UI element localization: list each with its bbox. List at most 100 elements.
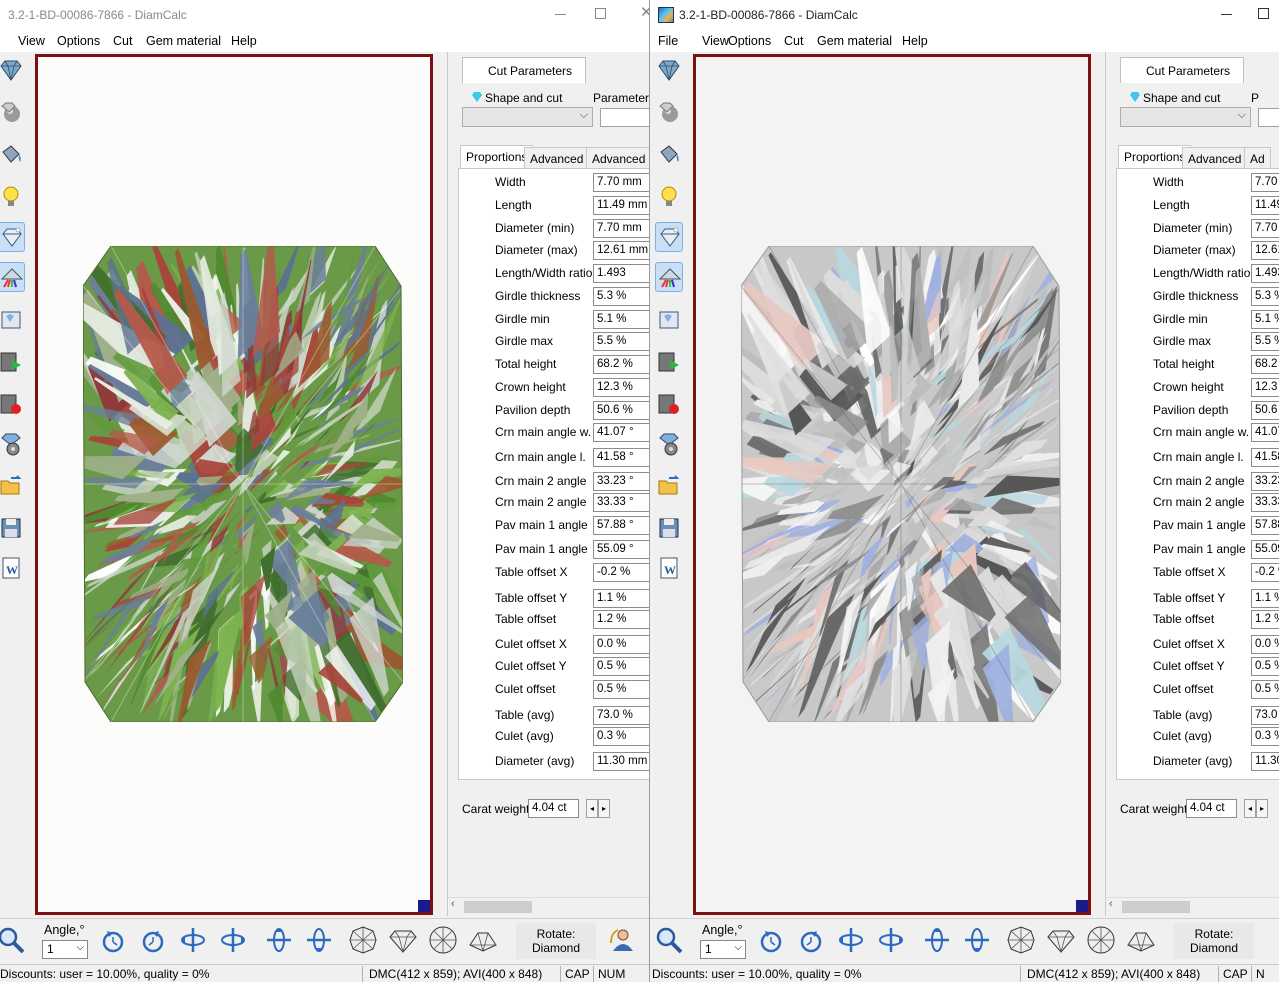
minimize-button[interactable] — [1220, 6, 1234, 20]
sparkle-diamond-tool-button[interactable] — [0, 222, 25, 252]
carat-increase-button[interactable]: ▸ — [1256, 799, 1268, 818]
proportion-value-field[interactable]: 50.6 % — [593, 401, 649, 420]
flip-v-up-button[interactable] — [922, 925, 956, 959]
proportion-value-field[interactable]: 1.493 — [593, 264, 649, 283]
bottom-view-button[interactable] — [428, 925, 462, 959]
proportion-value-field[interactable]: 12.61 mm — [1251, 241, 1279, 260]
proportion-value-field[interactable]: 0.3 % — [593, 727, 649, 746]
proportion-value-field[interactable]: 1.2 % — [1251, 610, 1279, 629]
report-tool-button[interactable] — [655, 306, 683, 336]
maximize-button[interactable] — [595, 8, 606, 19]
paint-bucket-tool-button[interactable] — [0, 140, 25, 170]
menu-cut[interactable]: Cut — [784, 34, 803, 48]
proportion-value-field[interactable]: 41.58 ° — [1251, 448, 1279, 467]
subtab-proportions[interactable]: Proportions — [460, 145, 534, 168]
carat-weight-field[interactable]: 4.04 ct — [1186, 799, 1237, 818]
resize-handle[interactable] — [1076, 900, 1088, 912]
menu-options[interactable]: Options — [728, 34, 771, 48]
tilt-view-button[interactable] — [468, 925, 502, 959]
proportion-value-field[interactable]: 7.70 mm — [1251, 173, 1279, 192]
ball-tool-button[interactable] — [655, 98, 683, 128]
flip-h-right-button[interactable] — [876, 925, 910, 959]
maximize-button[interactable] — [1258, 8, 1269, 19]
menu-view[interactable]: View — [18, 34, 45, 48]
rotate-left-button[interactable] — [98, 925, 132, 959]
proportion-value-field[interactable]: 57.88 ° — [593, 516, 649, 535]
person-rotate-button[interactable] — [608, 925, 642, 959]
proportion-value-field[interactable]: 7.70 mm — [1251, 219, 1279, 238]
shape-select[interactable]: ⌵ — [462, 107, 593, 127]
proportion-value-field[interactable]: 33.33 ° — [1251, 493, 1279, 512]
proportion-value-field[interactable]: 11.49 mm — [593, 196, 649, 215]
proportion-value-field[interactable]: 33.23 ° — [1251, 472, 1279, 491]
panel-horizontal-scrollbar[interactable]: ‹ — [448, 897, 649, 914]
word-doc-tool-button[interactable]: W — [655, 554, 683, 584]
proportion-value-field[interactable]: 0.0 % — [1251, 635, 1279, 654]
proportion-value-field[interactable]: 11.30 mm — [1251, 752, 1279, 771]
rotate-right-button[interactable] — [796, 925, 830, 959]
proportion-value-field[interactable]: 0.3 % — [1251, 727, 1279, 746]
rotate-left-button[interactable] — [756, 925, 790, 959]
proportion-value-field[interactable]: 1.1 % — [1251, 589, 1279, 608]
proportion-value-field[interactable]: 5.3 % — [593, 287, 649, 306]
save-tool-button[interactable] — [655, 514, 683, 544]
proportion-value-field[interactable]: 12.3 % — [1251, 378, 1279, 397]
save-tool-button[interactable] — [0, 514, 25, 544]
angle-select[interactable]: 1 ⌵ — [700, 940, 746, 959]
film-reel-tool-button[interactable] — [0, 430, 25, 460]
light-bulb-tool-button[interactable] — [0, 182, 25, 212]
record-tool-button[interactable] — [655, 390, 683, 420]
magnifier-button[interactable] — [654, 925, 688, 959]
top-view-button[interactable] — [348, 925, 382, 959]
flip-v-down-button[interactable] — [304, 925, 338, 959]
proportion-value-field[interactable]: 41.07 ° — [593, 423, 649, 442]
side-view-button[interactable] — [388, 925, 422, 959]
proportion-value-field[interactable]: 68.2 % — [1251, 355, 1279, 374]
close-button[interactable]: ✕ — [640, 5, 649, 20]
word-doc-tool-button[interactable]: W — [0, 554, 25, 584]
proportion-value-field[interactable]: 57.88 ° — [1251, 516, 1279, 535]
film-reel-tool-button[interactable] — [655, 430, 683, 460]
proportion-value-field[interactable]: 11.30 mm — [593, 752, 649, 771]
diamond-tool-button[interactable] — [0, 56, 25, 86]
proportion-value-field[interactable]: 33.23 ° — [593, 472, 649, 491]
proportion-value-field[interactable]: 1.1 % — [593, 589, 649, 608]
gem-viewport[interactable] — [693, 54, 1091, 915]
proportion-value-field[interactable]: 12.61 mm — [593, 241, 649, 260]
top-view-button[interactable] — [1006, 925, 1040, 959]
menu-help[interactable]: Help — [902, 34, 928, 48]
scroll-left-icon[interactable]: ‹ — [1109, 898, 1113, 910]
open-folder-tool-button[interactable] — [0, 472, 25, 502]
scroll-left-icon[interactable]: ‹ — [451, 898, 455, 910]
minimize-button[interactable] — [554, 6, 568, 20]
menu-options[interactable]: Options — [57, 34, 100, 48]
proportion-value-field[interactable]: 5.3 % — [1251, 287, 1279, 306]
flip-h-right-button[interactable] — [218, 925, 252, 959]
paint-bucket-tool-button[interactable] — [655, 140, 683, 170]
proportion-value-field[interactable]: 73.0 % — [593, 706, 649, 725]
scrollbar-thumb[interactable] — [1122, 901, 1190, 913]
proportion-value-field[interactable]: 0.5 % — [593, 657, 649, 676]
record-tool-button[interactable] — [0, 390, 25, 420]
video-tool-button[interactable] — [0, 348, 25, 378]
report-tool-button[interactable] — [0, 306, 25, 336]
panel-horizontal-scrollbar[interactable]: ‹ — [1106, 897, 1279, 914]
menu-file[interactable]: File — [658, 34, 678, 48]
subtab-advanced[interactable]: Advanced — [524, 147, 590, 168]
tab-cut-parameters[interactable]: Cut Parameters — [462, 57, 586, 83]
proportion-value-field[interactable]: 41.07 ° — [1251, 423, 1279, 442]
subtab-ad-2[interactable]: Ad — [1244, 147, 1271, 168]
menu-gem-material[interactable]: Gem material — [146, 34, 221, 48]
proportion-value-field[interactable]: 5.5 % — [593, 332, 649, 351]
spectrum-tool-button[interactable] — [655, 262, 683, 292]
flip-v-up-button[interactable] — [264, 925, 298, 959]
sparkle-diamond-tool-button[interactable] — [655, 222, 683, 252]
menu-help[interactable]: Help — [231, 34, 257, 48]
proportion-value-field[interactable]: 0.5 % — [593, 680, 649, 699]
tilt-view-button[interactable] — [1126, 925, 1160, 959]
menu-gem-material[interactable]: Gem material — [817, 34, 892, 48]
tab-cut-parameters[interactable]: Cut Parameters — [1120, 57, 1244, 83]
menu-view[interactable]: View — [702, 34, 729, 48]
proportion-value-field[interactable]: 73.0 % — [1251, 706, 1279, 725]
proportion-value-field[interactable]: -0.2 % — [1251, 563, 1279, 582]
